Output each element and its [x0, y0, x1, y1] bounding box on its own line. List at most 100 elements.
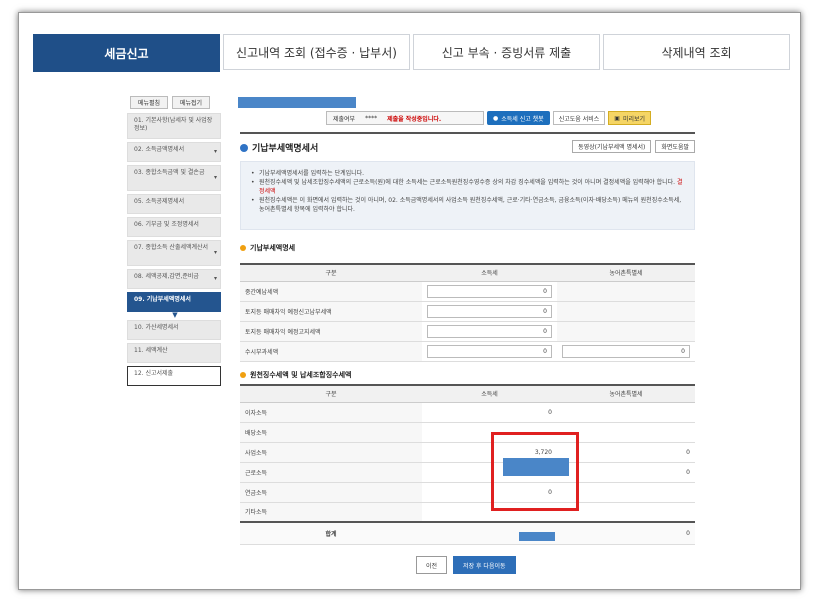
- tab-attachment-submit[interactable]: 신고 부속 · 증빙서류 제출: [413, 34, 600, 70]
- sidebar-item-label: 08. 세액공제,감면,준비금: [134, 273, 199, 280]
- row-label: 토지등 매매차익 예정고지세액: [240, 321, 422, 342]
- row-label: 이자소득: [240, 402, 422, 423]
- menu-expand-button[interactable]: 메뉴펼침: [130, 96, 168, 109]
- sidebar-item-label: 07. 종합소득 산출세액계산서: [134, 244, 209, 251]
- sidebar-item-income-statement[interactable]: 02. 소득금액명세서 ▾: [127, 142, 221, 162]
- tab-deleted-history[interactable]: 삭제내역 조회: [603, 34, 790, 70]
- chatbot-button[interactable]: ● 소득세 신고 챗봇: [487, 111, 550, 125]
- total-label: 합계: [240, 521, 422, 545]
- rural-tax-input[interactable]: 0: [562, 344, 690, 358]
- chevron-down-icon: ▾: [213, 148, 217, 155]
- column-header: 소득세: [422, 384, 557, 403]
- sidebar-item-label: 10. 가산세명세서: [134, 324, 179, 331]
- section-title-prepaid: 기납부세액명세: [240, 243, 295, 253]
- page-title: 기납부세액명세서: [240, 141, 318, 154]
- tax-input[interactable]: 0: [427, 324, 552, 338]
- chatbot-label: 소득세 신고 챗봇: [501, 115, 544, 123]
- table-row: 이자소득 0: [240, 402, 695, 423]
- column-header: 구분: [240, 384, 422, 403]
- preview-icon: ▣: [614, 114, 620, 122]
- row-label: 근로소득: [240, 462, 422, 483]
- info-line: 원천징수세액은 이 화면에서 입력하는 것이 아니며, 02. 소득금액명세서의…: [251, 196, 684, 214]
- row-label: 배당소득: [240, 422, 422, 443]
- tab-filing-history[interactable]: 신고내역 조회 (접수증 · 납부서): [223, 34, 410, 70]
- top-tabs: 세금신고 신고내역 조회 (접수증 · 납부서) 신고 부속 · 증빙서류 제출…: [33, 34, 790, 72]
- withholding-table: 구분 소득세 농어촌특별세 이자소득 0 배당소득 사업소득 3,720 0 근…: [240, 384, 695, 545]
- prev-button[interactable]: 이전: [416, 556, 448, 574]
- sidebar-item-tax-calc[interactable]: 07. 종합소득 산출세액계산서 ▾: [127, 240, 221, 266]
- tax-value: 0: [422, 402, 557, 423]
- bullet-icon: [240, 143, 248, 152]
- column-header: 농어촌특별세: [557, 384, 695, 403]
- chevron-down-icon: ▾: [213, 249, 217, 256]
- info-line: 기납부세액명세서를 입력하는 단계입니다.: [251, 169, 684, 178]
- sidebar-item-deduction[interactable]: 05. 소득공제명세서: [127, 194, 221, 214]
- row-label: 토지등 매매차익 예정신고납부세액: [240, 301, 422, 322]
- sidebar-item-label: 05. 소득공제명세서: [134, 198, 185, 205]
- table-row: 기타소득: [240, 502, 695, 523]
- redacted-taxpayer-name: [238, 97, 356, 108]
- main-header: 기납부세액명세서 동영상(기납부세액 명세서) 화면도움말: [240, 132, 695, 156]
- bullet-icon: [240, 372, 246, 378]
- table-row: 토지등 매매차익 예정고지세액 0: [240, 321, 695, 342]
- table-row: 근로소득 0: [240, 462, 695, 483]
- table-row: 중간예납세액 0: [240, 281, 695, 302]
- page-title-text: 기납부세액명세서: [252, 144, 319, 154]
- preview-button[interactable]: ▣ 미리보기: [608, 111, 652, 125]
- save-next-button[interactable]: 저장 후 다음이동: [453, 556, 516, 574]
- arrow-down-icon: ▼: [172, 311, 178, 319]
- row-label: 기타소득: [240, 502, 422, 523]
- row-label: 사업소득: [240, 442, 422, 463]
- sidebar-item-label: 12. 신고서제출: [134, 370, 174, 377]
- sidebar-item-label: 03. 종합소득금액 및 결손금: [134, 169, 205, 176]
- tax-input[interactable]: 0: [427, 344, 552, 358]
- status-stars: ****: [365, 114, 378, 122]
- column-header: 소득세: [422, 263, 557, 282]
- status-label: 제출여부: [333, 115, 356, 123]
- total-row: 합계 0: [240, 521, 695, 545]
- table-row: 연금소득 0: [240, 482, 695, 503]
- table-row: 사업소득 3,720 0: [240, 442, 695, 463]
- sidebar-item-tax-credit[interactable]: 08. 세액공제,감면,준비금 ▾: [127, 269, 221, 289]
- total-rural-value: 0: [557, 521, 695, 545]
- screen-help-button[interactable]: 화면도움말: [655, 140, 695, 153]
- sidebar: 메뉴펼침 메뉴접기 01. 기본사항(납세자 및 사업장정보) 02. 소득금액…: [127, 96, 223, 389]
- sidebar-item-label: 06. 기부금 및 조정명세서: [134, 221, 199, 228]
- info-box: 기납부세액명세서를 입력하는 단계입니다. 원천징수세액 및 납세조합징수세액의…: [240, 161, 695, 230]
- bottom-buttons: 이전 저장 후 다음이동: [416, 556, 516, 574]
- table-row: 수시부과세액 0 0: [240, 341, 695, 362]
- sidebar-item-basic-info[interactable]: 01. 기본사항(납세자 및 사업장정보): [127, 113, 221, 139]
- rural-tax-value: [557, 402, 695, 423]
- filing-help-button[interactable]: 신고도움 서비스: [552, 111, 606, 125]
- status-bar: 제출여부 **** 제출을 작성중입니다. ● 소득세 신고 챗봇 신고도움 서…: [326, 111, 684, 125]
- row-label: 연금소득: [240, 482, 422, 503]
- sidebar-item-penalty[interactable]: 10. 가산세명세서: [127, 320, 221, 340]
- highlight-outline: [491, 432, 579, 511]
- table-row: 토지등 매매차익 예정신고납부세액 0: [240, 301, 695, 322]
- section-title-withholding: 원천징수세액 및 납세조합징수세액: [240, 370, 351, 380]
- video-guide-button[interactable]: 동영상(기납부세액 명세서): [572, 140, 652, 153]
- chevron-down-icon: ▾: [213, 174, 217, 181]
- sidebar-item-tax-compute[interactable]: 11. 세액계산: [127, 343, 221, 363]
- prepaid-table: 구분 소득세 농어촌특별세 중간예납세액 0 토지등 매매차익 예정신고납부세액…: [240, 263, 695, 362]
- submit-status: 제출여부 **** 제출을 작성중입니다.: [326, 111, 484, 125]
- redacted-total-tax: [519, 532, 555, 541]
- sidebar-item-total-income[interactable]: 03. 종합소득금액 및 결손금 ▾: [127, 165, 221, 191]
- tax-input[interactable]: 0: [427, 304, 552, 318]
- row-label: 수시부과세액: [240, 341, 422, 362]
- sidebar-item-label: 01. 기본사항(납세자 및 사업장정보): [134, 117, 213, 132]
- tax-input[interactable]: 0: [427, 284, 552, 298]
- sidebar-item-label: 02. 소득금액명세서: [134, 146, 185, 153]
- sidebar-item-donation[interactable]: 06. 기부금 및 조정명세서: [127, 217, 221, 237]
- column-header: 농어촌특별세: [557, 263, 695, 282]
- sidebar-item-label: 09. 기납부세액명세서: [134, 296, 191, 303]
- chevron-down-icon: ▾: [213, 275, 217, 282]
- sidebar-item-submit[interactable]: 12. 신고서제출: [127, 366, 221, 386]
- sidebar-item-prepaid-tax[interactable]: 09. 기납부세액명세서: [127, 292, 221, 312]
- menu-collapse-button[interactable]: 메뉴접기: [172, 96, 210, 109]
- info-line: 원천징수세액 및 납세조합징수세액의 근로소득(원)에 대한 소득세는 근로소득…: [251, 178, 684, 196]
- tab-tax-filing[interactable]: 세금신고: [33, 34, 220, 72]
- row-label: 중간예납세액: [240, 281, 422, 302]
- status-message: 제출을 작성중입니다.: [387, 115, 442, 123]
- bullet-icon: [240, 245, 246, 251]
